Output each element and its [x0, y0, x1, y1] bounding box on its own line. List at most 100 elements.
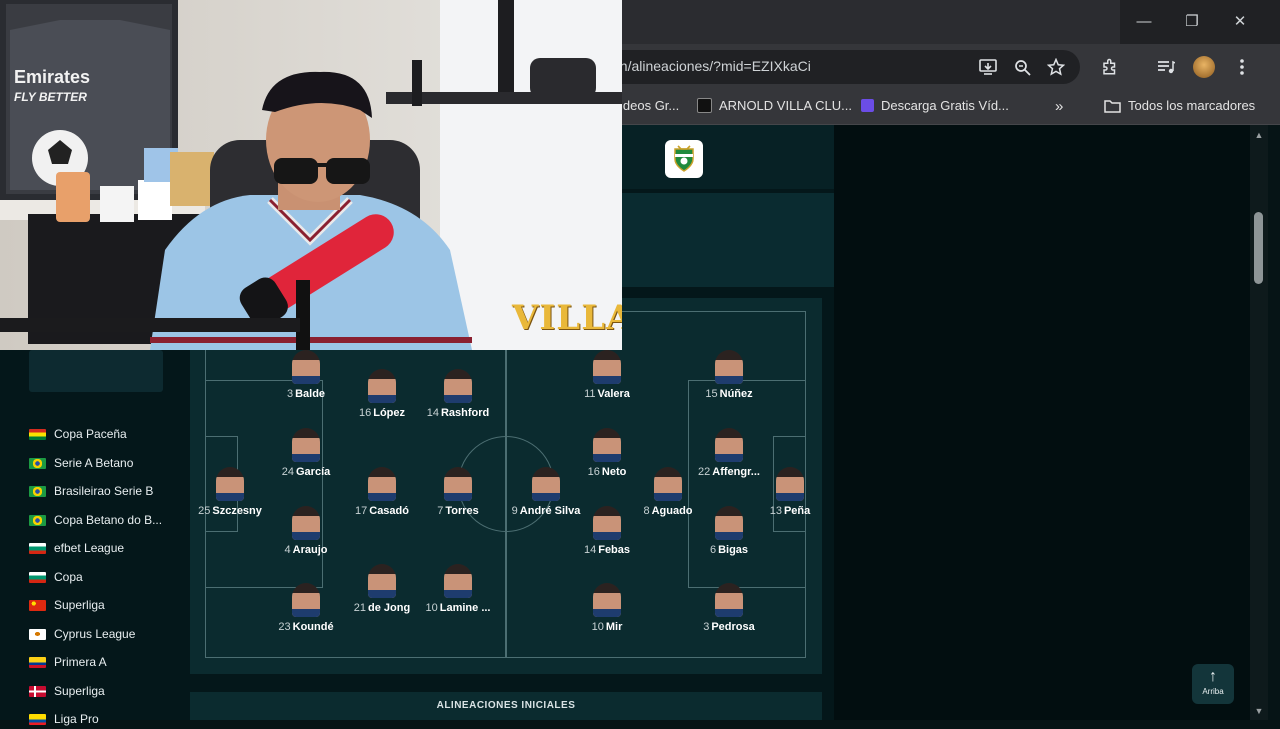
- player-number: 10: [425, 602, 438, 614]
- player-label: 3 Pedrosa: [669, 621, 789, 633]
- player-photo: [776, 467, 804, 501]
- play-icon: [861, 99, 874, 112]
- player-photo: [292, 583, 320, 617]
- league-name: Serie A Betano: [54, 456, 134, 470]
- home-player[interactable]: 10 Lamine ...: [408, 564, 508, 620]
- player-photo: [368, 467, 396, 501]
- league-item[interactable]: Copa: [29, 567, 83, 587]
- team-crest-logo[interactable]: [665, 140, 703, 178]
- league-item[interactable]: Copa Paceña: [29, 424, 127, 444]
- home-player[interactable]: 4 Araujo: [256, 506, 356, 562]
- tab-strip[interactable]: [622, 0, 1120, 44]
- bookmark-item[interactable]: ARNOLD VILLA CLU...: [697, 98, 852, 113]
- extensions-icon[interactable]: [1099, 56, 1121, 78]
- player-name: Bigas: [718, 544, 749, 556]
- bookmark-label: ideos Gr...: [620, 98, 680, 113]
- player-photo: [368, 369, 396, 403]
- player-name: Lamine ...: [439, 602, 491, 614]
- scroll-up-icon[interactable]: ▲: [1253, 130, 1265, 142]
- bookmark-item[interactable]: ideos Gr...: [620, 98, 679, 113]
- player-photo: [532, 467, 560, 501]
- league-name: Liga Pro: [54, 712, 99, 726]
- league-item[interactable]: Superliga: [29, 681, 105, 701]
- league-item[interactable]: Primera A: [29, 652, 107, 672]
- player-label: 15 Núñez: [669, 388, 789, 400]
- league-item[interactable]: Cyprus League: [29, 624, 135, 644]
- player-photo: [593, 506, 621, 540]
- url-text[interactable]: en/alineaciones/?mid=EZIXkaCi: [612, 58, 811, 74]
- install-app-icon[interactable]: [977, 56, 999, 78]
- china-flag-icon: [29, 599, 46, 611]
- bookmark-item[interactable]: Descarga Gratis Víd...: [861, 98, 1009, 113]
- player-photo: [715, 506, 743, 540]
- player-number: 3: [286, 388, 294, 400]
- player-photo: [444, 369, 472, 403]
- away-player[interactable]: 11 Valera: [557, 350, 657, 406]
- player-photo: [593, 350, 621, 384]
- league-name: Cyprus League: [54, 627, 136, 641]
- away-player[interactable]: 14 Febas: [557, 506, 657, 562]
- player-photo: [368, 564, 396, 598]
- brazil-flag-icon: [29, 457, 46, 469]
- denmark-flag-icon: [29, 685, 46, 697]
- league-item[interactable]: efbet League: [29, 538, 124, 558]
- player-number: 17: [355, 505, 368, 517]
- right-pane: [834, 125, 1250, 720]
- starting-lineups-heading: ALINEACIONES INICIALES: [436, 700, 576, 711]
- brazil-flag-icon: [29, 485, 46, 497]
- league-item[interactable]: Serie A Betano: [29, 453, 133, 473]
- away-player[interactable]: 6 Bigas: [679, 506, 779, 562]
- menu-kebab-icon[interactable]: [1231, 56, 1253, 78]
- player-number: 7: [437, 505, 444, 517]
- profile-avatar[interactable]: [1193, 56, 1215, 78]
- player-name: García: [296, 466, 331, 478]
- scroll-down-icon[interactable]: ▼: [1253, 706, 1265, 718]
- player-photo: [654, 467, 682, 501]
- bolivia-flag-icon: [29, 428, 46, 440]
- home-player[interactable]: 14 Rashford: [408, 369, 508, 425]
- player-name: Pedrosa: [711, 621, 755, 633]
- away-player[interactable]: 3 Pedrosa: [679, 583, 779, 639]
- more-bookmarks-button[interactable]: »: [1055, 98, 1063, 115]
- league-item[interactable]: Copa Betano do B...: [29, 510, 162, 530]
- zoom-icon[interactable]: [1011, 56, 1033, 78]
- chevron-double-right-icon: »: [1055, 98, 1064, 115]
- folder-icon: [1104, 99, 1121, 113]
- home-player[interactable]: 23 Koundé: [256, 583, 356, 639]
- colombia-flag-icon: [29, 656, 46, 668]
- player-number: 16: [358, 407, 372, 419]
- jersey-sponsor-text: Emirates FLY BETTER: [14, 67, 91, 104]
- bookmark-label: ARNOLD VILLA CLU...: [719, 98, 852, 113]
- away-player[interactable]: 15 Núñez: [679, 350, 779, 406]
- webcam-overlay: Emirates FLY BETTER VILLA: [0, 0, 622, 350]
- player-name: Peña: [783, 505, 811, 517]
- player-label: 14 Rashford: [398, 407, 518, 419]
- scrollbar-thumb[interactable]: [1254, 212, 1263, 284]
- player-name: Febas: [598, 544, 631, 556]
- player-number: 6: [709, 544, 717, 556]
- channel-watermark: VILLA: [512, 298, 622, 338]
- player-label: 6 Bigas: [669, 544, 789, 556]
- player-photo: [216, 467, 244, 501]
- league-name: Superliga: [54, 598, 105, 612]
- player-photo: [292, 350, 320, 384]
- back-to-top-button[interactable]: ↑ Arriba: [1192, 664, 1234, 704]
- league-item[interactable]: Brasileirao Serie B: [29, 481, 153, 501]
- league-item[interactable]: Superliga: [29, 595, 105, 615]
- league-name: efbet League: [54, 541, 125, 555]
- all-bookmarks-button[interactable]: Todos los marcadores: [1104, 98, 1255, 113]
- player-number: 4: [284, 544, 291, 556]
- media-control-icon[interactable]: [1155, 56, 1177, 78]
- player-photo: [593, 428, 621, 462]
- player-label: 4 Araujo: [246, 544, 366, 556]
- restore-button[interactable]: ❐: [1168, 0, 1216, 42]
- player-photo: [444, 467, 472, 501]
- league-item[interactable]: Liga Pro: [29, 709, 99, 729]
- player-photo: [292, 428, 320, 462]
- away-player[interactable]: 10 Mir: [557, 583, 657, 639]
- league-name: Brasileirao Serie B: [54, 484, 154, 498]
- minimize-button[interactable]: —: [1120, 0, 1168, 42]
- bookmark-star-icon[interactable]: [1045, 56, 1067, 78]
- player-photo: [593, 583, 621, 617]
- close-window-button[interactable]: ✕: [1216, 0, 1264, 42]
